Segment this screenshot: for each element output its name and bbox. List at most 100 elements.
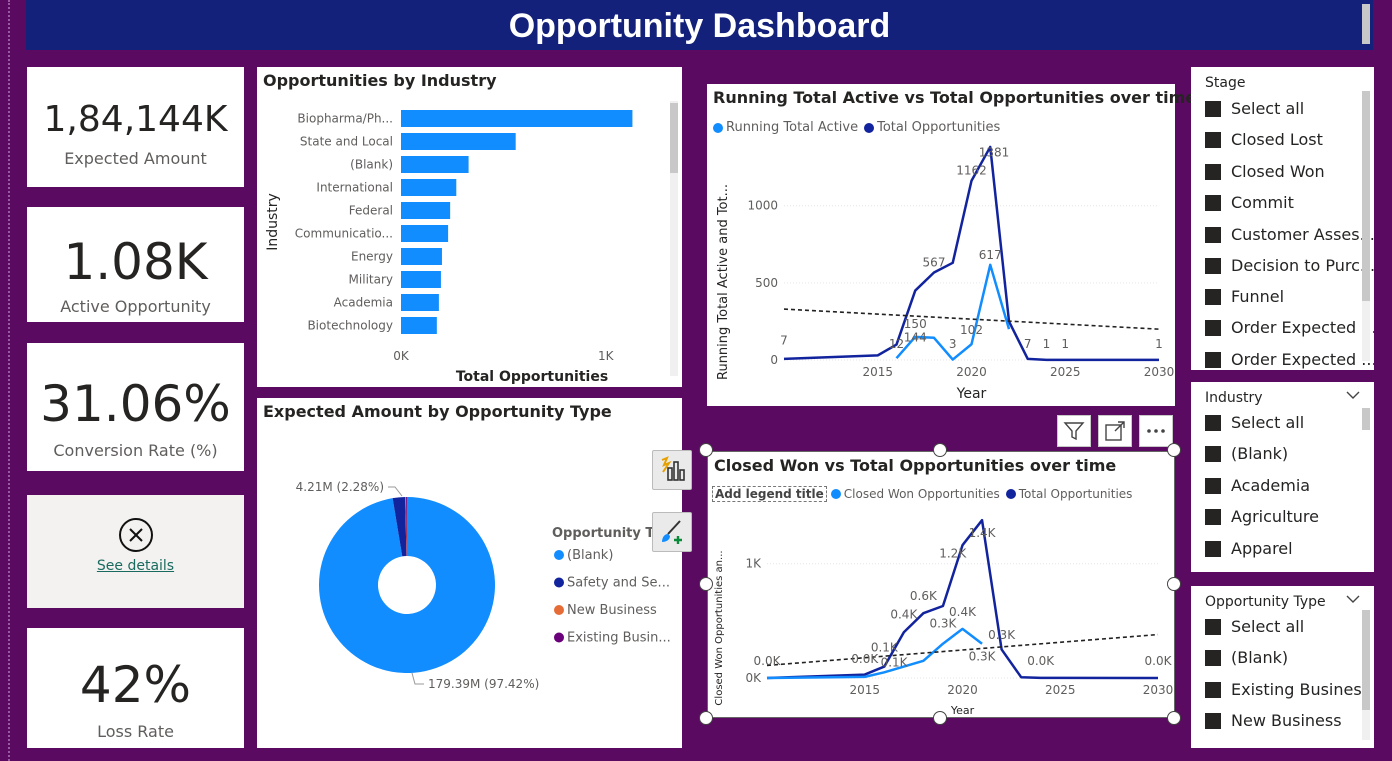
checkbox-icon	[1205, 257, 1221, 274]
x-tick-label: 0K	[393, 349, 410, 363]
resize-handle[interactable]	[1167, 443, 1181, 457]
slicer-option[interactable]: Customer Asses...	[1205, 225, 1374, 244]
y-axis-title: Industry	[265, 193, 281, 251]
slicer-option[interactable]: Select all	[1205, 617, 1304, 636]
slicer-option[interactable]: Apparel	[1205, 539, 1293, 558]
label-leader-line	[388, 486, 403, 497]
chart-scroll-thumb[interactable]	[670, 103, 678, 173]
data-label: 150	[904, 317, 927, 331]
slicer-scroll-thumb[interactable]	[1362, 91, 1370, 301]
industry-bar-chart[interactable]: Opportunities by Industry Biopharma/Ph..…	[257, 67, 682, 387]
slicer-option[interactable]: (Blank)	[1205, 648, 1288, 667]
data-label: 0.3K	[969, 650, 997, 664]
kpi-expected-amount[interactable]: 1,84,144K Expected Amount	[27, 67, 244, 187]
category-label: International	[316, 181, 393, 195]
data-label: 0.0K	[1145, 654, 1173, 668]
slicer-option[interactable]: Order Expected ...	[1205, 318, 1374, 337]
checkbox-icon	[1205, 477, 1221, 494]
x-tick-label: 2025	[1045, 683, 1076, 697]
slicer-scroll-thumb[interactable]	[1362, 408, 1370, 430]
resize-handle[interactable]	[1167, 577, 1181, 591]
y-tick-label: 0	[770, 353, 778, 367]
kpi-value: 31.06%	[40, 375, 231, 433]
more-options-button[interactable]	[1139, 415, 1173, 447]
focus-mode-button[interactable]	[1098, 415, 1132, 447]
kpi-active-opportunity[interactable]: 1.08K Active Opportunity	[27, 207, 244, 322]
data-label: 1	[1061, 337, 1069, 351]
checkbox-icon	[1205, 226, 1221, 243]
filter-button[interactable]	[1057, 415, 1091, 447]
resize-handle[interactable]	[933, 443, 947, 457]
data-label: 1381	[979, 145, 1010, 159]
checkbox-icon	[1205, 618, 1221, 635]
kpi-conversion-rate[interactable]: 31.06% Conversion Rate (%)	[27, 343, 244, 471]
label-leader-line	[411, 672, 424, 685]
data-label: 7	[780, 334, 788, 348]
resize-handle[interactable]	[699, 577, 713, 591]
checkbox-icon	[1205, 194, 1221, 211]
category-label: Academia	[334, 296, 393, 310]
legend-item: Existing Busin...	[567, 631, 671, 646]
slicer-option[interactable]: Agriculture	[1205, 507, 1319, 526]
slicer-option[interactable]: Existing Business	[1205, 680, 1370, 699]
category-label: Biotechnology	[307, 319, 393, 333]
kpi-label: Expected Amount	[64, 149, 207, 168]
data-label: 7	[1024, 337, 1032, 351]
chevron-down-icon[interactable]	[1346, 390, 1360, 400]
opportunity-type-donut-chart[interactable]: Expected Amount by Opportunity Type 4.21…	[257, 398, 682, 748]
stage-slicer[interactable]: Stage Select all Closed Lost Closed Won …	[1191, 67, 1374, 370]
canvas-edge	[8, 0, 10, 761]
header-scrollbar[interactable]	[1362, 4, 1370, 44]
industry-slicer[interactable]: Industry Select all (Blank) Academia Agr…	[1191, 382, 1374, 572]
slicer-option[interactable]: Order Expected ...	[1205, 350, 1374, 369]
checkbox-icon	[1205, 288, 1221, 305]
checkbox-icon	[1205, 508, 1221, 525]
x-axis-title: Year	[956, 386, 987, 402]
data-label: 617	[979, 248, 1002, 262]
x-axis-title: Total Opportunities	[456, 369, 608, 385]
resize-handle[interactable]	[933, 711, 947, 725]
bar	[401, 202, 451, 219]
data-label: 144	[904, 331, 927, 345]
slicer-option[interactable]: Closed Lost	[1205, 130, 1323, 149]
kpi-label: Conversion Rate (%)	[53, 441, 218, 460]
data-label: 1	[1043, 337, 1051, 351]
slicer-option[interactable]: Academia	[1205, 476, 1310, 495]
slicer-option[interactable]: Decision to Purc...	[1205, 256, 1374, 275]
kpi-loss-rate[interactable]: 42% Loss Rate	[27, 628, 244, 748]
slicer-option[interactable]: Select all	[1205, 99, 1304, 118]
running-total-line-chart[interactable]: Running Total Active vs Total Opportunit…	[707, 84, 1196, 406]
slicer-option[interactable]: New Business	[1205, 711, 1342, 730]
more-options-icon	[1147, 429, 1165, 433]
slicer-option[interactable]: Commit	[1205, 193, 1294, 212]
kpi-label: Active Opportunity	[60, 297, 211, 316]
bar	[401, 271, 441, 288]
slicer-option[interactable]: (Blank)	[1205, 444, 1288, 463]
opportunity-type-slicer[interactable]: Opportunity Type Select all (Blank) Exis…	[1191, 586, 1374, 748]
slicer-option[interactable]: Funnel	[1205, 287, 1284, 306]
format-visual-button[interactable]	[652, 512, 692, 552]
build-visual-button[interactable]	[652, 450, 692, 490]
slicer-title: Industry	[1205, 390, 1263, 406]
focus-mode-icon	[1105, 421, 1125, 441]
legend-marker	[554, 632, 564, 643]
resize-handle[interactable]	[699, 443, 713, 457]
slicer-option[interactable]: Closed Won	[1205, 162, 1325, 181]
slicer-scroll-thumb[interactable]	[1362, 610, 1370, 710]
category-label: Biopharma/Ph...	[297, 112, 393, 126]
chevron-down-icon[interactable]	[1346, 594, 1360, 604]
see-details-link[interactable]: See details	[27, 558, 244, 574]
x-tick-label: 1K	[598, 349, 615, 363]
closed-won-svg: 0K 1K 2015 2020 2025 2030 0.0K 0.0K 0.1K0.1K 0.4K…	[714, 518, 1173, 717]
trend-line	[766, 633, 1159, 667]
slicer-option[interactable]: Select all	[1205, 413, 1304, 432]
category-label: Federal	[349, 204, 393, 218]
closed-won-line-chart[interactable]: Closed Won vs Total Opportunities over t…	[707, 451, 1175, 718]
resize-handle[interactable]	[699, 711, 713, 725]
kpi-label: Loss Rate	[97, 722, 174, 741]
data-label: 1162	[956, 164, 987, 178]
data-label: 0.4K	[890, 607, 918, 621]
x-tick-label: 2020	[947, 683, 978, 697]
resize-handle[interactable]	[1167, 711, 1181, 725]
build-visual-icon	[661, 456, 685, 481]
